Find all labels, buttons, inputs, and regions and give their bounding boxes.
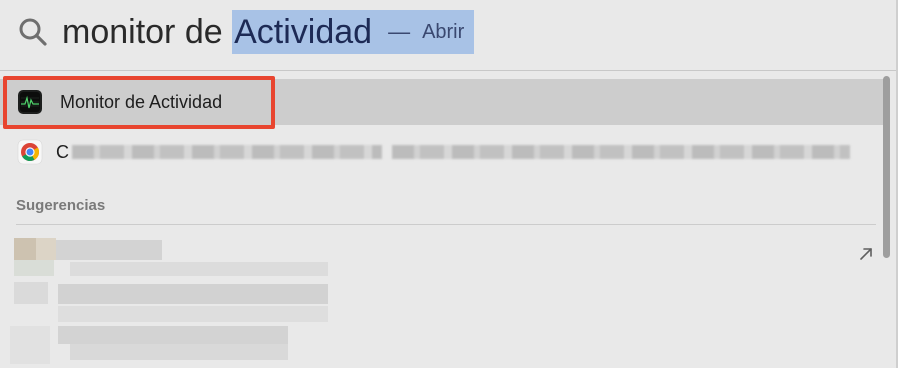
result-label: Monitor de Actividad xyxy=(60,91,223,112)
suggestion-item[interactable] xyxy=(10,236,340,276)
section-divider xyxy=(16,224,876,225)
result-label: C xyxy=(56,141,69,162)
redacted-text xyxy=(58,306,328,322)
redacted-text xyxy=(56,240,162,260)
suggestion-item[interactable] xyxy=(10,324,340,364)
suggestion-thumbnail xyxy=(36,238,56,260)
search-query-completion: Actividad — Abrir xyxy=(232,10,475,54)
search-divider xyxy=(0,70,896,71)
search-query-typed: monitor de xyxy=(62,12,233,51)
chrome-app-icon xyxy=(17,139,43,165)
suggestion-thumbnail xyxy=(14,282,48,304)
completion-text: Actividad xyxy=(234,12,373,51)
redacted-text xyxy=(58,326,288,344)
arrow-up-right-icon[interactable] xyxy=(858,246,874,262)
activity-monitor-app-icon xyxy=(18,90,42,114)
redacted-text xyxy=(70,262,328,276)
redacted-text xyxy=(58,284,328,304)
search-input[interactable]: monitor de Actividad — Abrir xyxy=(62,10,475,54)
suggestion-thumbnail xyxy=(10,326,50,364)
completion-separator: — xyxy=(388,19,411,44)
suggestion-thumbnail xyxy=(14,238,36,260)
result-item-activity-monitor[interactable]: Monitor de Actividad xyxy=(0,79,884,125)
section-title-suggestions: Sugerencias xyxy=(16,197,106,214)
redacted-text xyxy=(392,145,850,159)
scrollbar-thumb[interactable] xyxy=(883,76,890,258)
search-icon xyxy=(19,18,47,46)
redacted-text xyxy=(72,145,382,159)
redacted-text xyxy=(14,260,54,276)
redacted-text xyxy=(70,344,288,360)
search-bar[interactable]: monitor de Actividad — Abrir xyxy=(0,0,896,68)
suggestion-item[interactable] xyxy=(10,280,340,322)
open-action-label[interactable]: Abrir xyxy=(422,21,464,44)
spotlight-panel: monitor de Actividad — Abrir Monitor de … xyxy=(0,0,898,368)
